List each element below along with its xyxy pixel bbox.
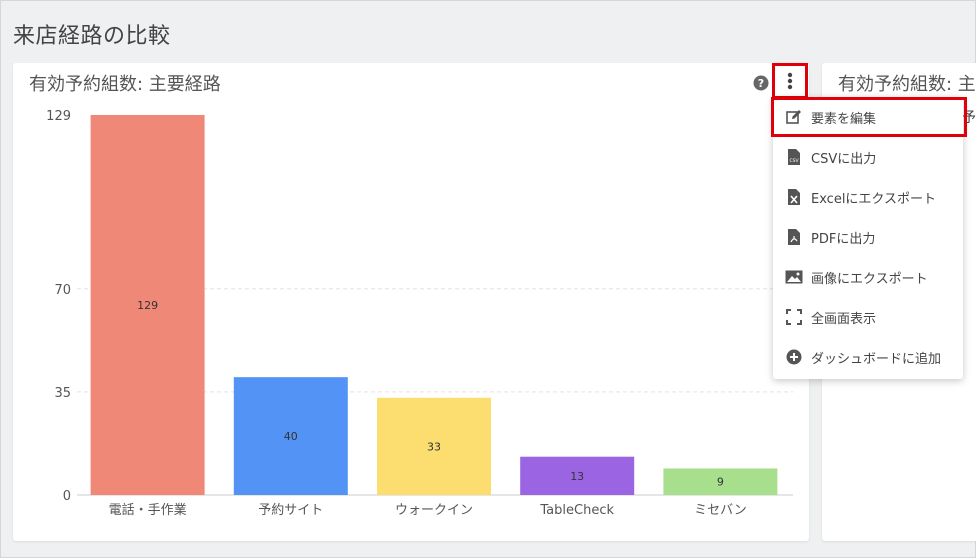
edit-icon: [785, 108, 803, 126]
x-tick-label: ウォークイン: [395, 503, 473, 518]
excel-file-icon: [785, 188, 803, 206]
card2-title: 有効予約組数: 主: [838, 74, 976, 95]
bar-value-label: 40: [284, 430, 298, 443]
y-tick-label: 129: [46, 109, 71, 124]
bar-value-label: 9: [717, 476, 724, 489]
menu-item-label: CSVに出力: [811, 151, 877, 167]
menu-item-label: PDFに出力: [811, 231, 876, 247]
y-tick-label: 0: [63, 489, 71, 504]
y-tick-label: 70: [54, 283, 71, 298]
bar-value-label: 129: [137, 299, 158, 312]
menu-item-csv[interactable]: CSV CSVに出力: [773, 137, 963, 177]
x-tick-label: 予約サイト: [258, 503, 323, 518]
menu-item-excel[interactable]: Excelにエクスポート: [773, 177, 963, 217]
fullscreen-icon: [785, 308, 803, 326]
bar-value-label: 33: [427, 440, 441, 453]
menu-item-fullscreen[interactable]: 全画面表示: [773, 297, 963, 337]
plus-circle-icon: [785, 348, 803, 366]
x-tick-label: ミセバン: [694, 503, 747, 518]
chart-card: 有効予約組数: 主要経路 ? 129 70 35 0 129 電話・手作業 40 予約サイト 3…: [13, 63, 809, 541]
menu-item-label: 要素を編集: [811, 111, 877, 127]
y-tick-label: 35: [54, 386, 71, 401]
bar-value-label: 13: [570, 470, 584, 483]
x-tick-label: 電話・手作業: [109, 502, 187, 518]
menu-item-label: 全画面表示: [811, 311, 877, 327]
menu-item-image[interactable]: 画像にエクスポート: [773, 257, 963, 297]
image-icon: [785, 268, 803, 286]
bar-chart: 129 70 35 0 129 電話・手作業 40 予約サイト 33 ウォークイン 13 TableC…: [46, 109, 793, 518]
page-title: 来店経路の比較: [13, 24, 171, 49]
x-tick-label: TableCheck: [539, 503, 614, 518]
pdf-file-icon: [785, 228, 803, 246]
csv-file-icon: CSV: [785, 148, 803, 166]
svg-text:CSV: CSV: [789, 158, 799, 164]
menu-item-label: 画像にエクスポート: [811, 271, 928, 287]
menu-item-pdf[interactable]: PDFに出力: [773, 217, 963, 257]
menu-item-add-dashboard[interactable]: ダッシュボードに追加: [773, 337, 963, 377]
menu-item-edit[interactable]: 要素を編集: [771, 97, 967, 137]
menu-item-label: Excelにエクスポート: [811, 191, 937, 207]
context-menu: 要素を編集 CSV CSVに出力 Excelにエクスポート PDFに出力 画像に…: [771, 97, 967, 379]
menu-item-label: ダッシュボードに追加: [811, 351, 942, 367]
